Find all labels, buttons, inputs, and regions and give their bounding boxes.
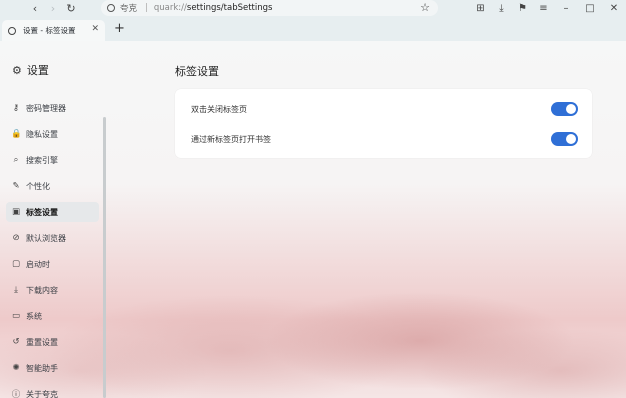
close-window-icon[interactable]: ✕ (602, 0, 626, 17)
assistant-icon: ✺ (12, 363, 20, 373)
monitor-icon: ▭ (11, 311, 21, 321)
tab-settings[interactable]: 设置 - 标签设置 ✕ (2, 20, 105, 41)
address-bar[interactable]: 夸克 | quark:// settings/tabSettings ☆ (101, 0, 438, 16)
sidebar-item[interactable]: 🔒 隐私设置 (6, 124, 99, 144)
url-host: quark:// (153, 3, 187, 13)
brush-icon: ✎ (12, 181, 20, 191)
sidebar-item-label: 个性化 (26, 181, 50, 191)
download-icon: ⤓ (14, 285, 18, 295)
maximize-icon[interactable]: □ (578, 0, 602, 17)
reset-icon: ↺ (12, 337, 20, 347)
forward-icon[interactable]: › (44, 0, 62, 17)
setting-row-open-bookmarks-new-tab: 通过新标签页打开书签 (191, 130, 578, 148)
sidebar-item-label: 搜索引擎 (26, 155, 58, 165)
settings-nav: ⚷ 密码管理器 🔒 隐私设置 ⌕ 搜索引擎 ✎ 个性化 ▣ 标签设置 ⊘ 默认浏览器 ▢ 启动时 ⤓ 下载内容… (6, 98, 99, 398)
site-info-icon[interactable] (107, 4, 115, 12)
settings-tab-icon (8, 26, 16, 35)
sidebar-item-label: 下载内容 (26, 285, 58, 295)
settings-title: 设置 (26, 64, 49, 77)
setting-label: 双击关闭标签页 (191, 104, 247, 114)
key-icon: ⚷ (12, 103, 20, 113)
sidebar-item-label: 标签设置 (26, 207, 58, 217)
sidebar-item[interactable]: ▢ 启动时 (6, 254, 99, 274)
sidebar-item[interactable]: ⊘ 默认浏览器 (6, 228, 99, 248)
new-tab-button[interactable]: + (114, 21, 125, 36)
lock-icon: 🔒 (11, 129, 22, 139)
sidebar-scrollbar[interactable] (103, 117, 106, 398)
toolbar-actions: ⊞ ⤓ ⚑ ≡ (470, 0, 554, 17)
sidebar-item-label: 关于夸克 (26, 389, 58, 398)
sidebar-item[interactable]: ⓘ 关于夸克 (6, 384, 99, 398)
back-icon[interactable]: ‹ (26, 0, 44, 17)
toggle-knob (566, 134, 576, 144)
sidebar-item-label: 隐私设置 (26, 129, 58, 139)
double-click-close-toggle[interactable] (551, 102, 578, 116)
setting-label: 通过新标签页打开书签 (191, 134, 271, 144)
sidebar-item-label: 默认浏览器 (26, 233, 66, 243)
tab-title: 设置 - 标签设置 (23, 26, 76, 35)
extensions-icon[interactable]: ⊞ (470, 0, 491, 17)
sidebar-item-label: 密码管理器 (26, 103, 66, 113)
tab-icon: ▣ (11, 207, 21, 217)
site-name: 夸克 (120, 4, 138, 14)
sidebar-item[interactable]: ▣ 标签设置 (6, 202, 99, 222)
page-title: 标签设置 (175, 65, 219, 78)
info-icon: ⓘ (11, 390, 21, 398)
url-path: settings/tabSettings (186, 3, 273, 13)
sidebar-item[interactable]: ✺ 智能助手 (6, 358, 99, 378)
browser-toolbar: ‹ › ↻ 夸克 | quark:// settings/tabSettings… (0, 0, 626, 17)
window-controls: – □ ✕ (554, 0, 626, 17)
address-separator: | (145, 3, 148, 13)
download-icon[interactable]: ⤓ (491, 0, 512, 17)
sidebar-item[interactable]: ⌕ 搜索引擎 (6, 150, 99, 170)
check-circle-icon: ⊘ (12, 233, 20, 243)
sidebar-item-label: 启动时 (26, 259, 50, 269)
menu-icon[interactable]: ≡ (533, 0, 554, 17)
close-tab-icon[interactable]: ✕ (91, 24, 99, 34)
bookmark-star-icon[interactable]: ☆ (420, 1, 430, 14)
minimize-icon[interactable]: – (554, 0, 578, 17)
sidebar-item-label: 重置设置 (26, 337, 58, 347)
sidebar-item[interactable]: ↺ 重置设置 (6, 332, 99, 352)
sidebar-item[interactable]: ⤓ 下载内容 (6, 280, 99, 300)
sidebar-item[interactable]: ⚷ 密码管理器 (6, 98, 99, 118)
sidebar-item[interactable]: ✎ 个性化 (6, 176, 99, 196)
tab-strip: 设置 - 标签设置 ✕ + (0, 17, 626, 41)
bookmark-icon[interactable]: ⚑ (512, 0, 533, 17)
toggle-knob (566, 104, 576, 114)
tab-settings-card: 双击关闭标签页 通过新标签页打开书签 (175, 89, 592, 158)
gear-icon: ⚙ (12, 63, 22, 77)
settings-heading: ⚙ 设置 (12, 62, 49, 78)
reload-icon[interactable]: ↻ (62, 0, 80, 17)
startup-icon: ▢ (11, 259, 21, 269)
sidebar-item-label: 智能助手 (26, 363, 58, 373)
sidebar-item-label: 系统 (26, 311, 42, 321)
sidebar-item[interactable]: ▭ 系统 (6, 306, 99, 326)
open-bookmarks-new-tab-toggle[interactable] (551, 132, 578, 146)
search-icon: ⌕ (13, 155, 19, 165)
setting-row-double-click-close: 双击关闭标签页 (191, 100, 578, 118)
